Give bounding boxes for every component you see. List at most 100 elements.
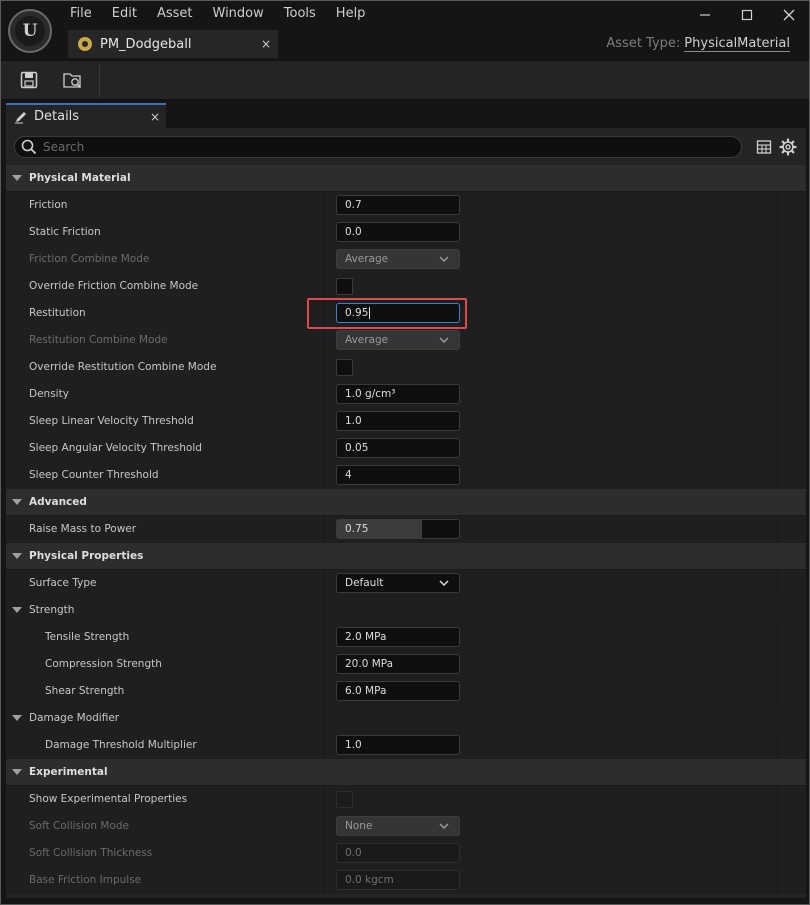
menu-tools[interactable]: Tools: [274, 4, 326, 24]
property-row-compression-strength: Compression Strength 20.0 MPa: [6, 651, 806, 678]
browse-icon: [63, 73, 82, 89]
category-advanced[interactable]: Advanced: [6, 489, 806, 516]
base-friction-impulse-field[interactable]: 0.0 kgcm: [336, 870, 460, 890]
property-row-override-restitution-combine-mode: Override Restitution Combine Mode: [6, 354, 806, 381]
property-label: Raise Mass to Power: [6, 516, 324, 542]
document-tab-close-button[interactable]: ×: [254, 37, 278, 51]
soft-collision-thickness-field[interactable]: 0.0: [336, 843, 460, 863]
expand-arrow-icon: [12, 553, 22, 559]
property-label: Static Friction: [6, 219, 324, 245]
close-window-button[interactable]: [768, 0, 810, 30]
surface-type-dropdown[interactable]: Default: [336, 573, 460, 593]
property-label: Sleep Linear Velocity Threshold: [6, 408, 324, 434]
subcategory-strength[interactable]: Strength: [6, 597, 806, 624]
asset-type-link[interactable]: PhysicalMaterial: [684, 36, 790, 52]
restitution-field[interactable]: 0.95: [336, 303, 460, 323]
chevron-down-icon: [439, 822, 449, 829]
subcategory-label: Damage Modifier: [29, 712, 120, 724]
chevron-down-icon: [439, 579, 449, 586]
dropdown-value: Average: [345, 253, 389, 265]
friction-combine-mode-dropdown[interactable]: Average: [336, 249, 460, 269]
minimize-icon: [700, 14, 710, 16]
property-row-show-experimental-properties: Show Experimental Properties: [6, 786, 806, 813]
unreal-logo-letter: U: [15, 16, 45, 46]
override-restitution-combine-mode-checkbox[interactable]: [336, 358, 353, 376]
menu-edit[interactable]: Edit: [102, 4, 147, 24]
expand-arrow-icon: [12, 715, 22, 721]
show-experimental-properties-checkbox[interactable]: [336, 790, 353, 808]
property-row-soft-collision-thickness: Soft Collision Thickness 0.0: [6, 840, 806, 867]
menu-asset[interactable]: Asset: [147, 4, 203, 24]
document-tab-label: PM_Dodgeball: [100, 36, 192, 52]
property-label: Damage Threshold Multiplier: [6, 732, 324, 758]
expand-arrow-icon: [12, 607, 22, 613]
gear-icon[interactable]: [779, 138, 797, 156]
save-button[interactable]: [14, 66, 44, 94]
subcategory-label: Strength: [29, 604, 75, 616]
category-physical-material[interactable]: Physical Material: [6, 165, 806, 192]
category-label: Physical Material: [29, 172, 131, 184]
static-friction-field[interactable]: 0.0: [336, 222, 460, 242]
property-label: Sleep Angular Velocity Threshold: [6, 435, 324, 461]
search-icon: [21, 139, 37, 155]
category-label: Physical Properties: [29, 550, 144, 562]
density-field[interactable]: 1.0 g/cm³: [336, 384, 460, 404]
property-label: Tensile Strength: [6, 624, 324, 650]
property-label: Friction: [6, 192, 324, 218]
sleep-angular-velocity-threshold-field[interactable]: 0.05: [336, 438, 460, 458]
details-pencil-icon: [15, 111, 26, 123]
friction-field[interactable]: 0.7: [336, 195, 460, 215]
damage-threshold-multiplier-field[interactable]: 1.0: [336, 735, 460, 755]
close-icon: [783, 9, 795, 21]
browse-button[interactable]: [58, 66, 88, 94]
property-row-restitution-combine-mode: Restitution Combine Mode Average: [6, 327, 806, 354]
tab-details-close-button[interactable]: ×: [144, 110, 166, 124]
property-row-shear-strength: Shear Strength 6.0 MPa: [6, 678, 806, 705]
property-row-tensile-strength: Tensile Strength 2.0 MPa: [6, 624, 806, 651]
shear-strength-field[interactable]: 6.0 MPa: [336, 681, 460, 701]
category-experimental[interactable]: Experimental: [6, 759, 806, 786]
table-icon[interactable]: [756, 139, 772, 155]
category-physical-properties[interactable]: Physical Properties: [6, 543, 806, 570]
minimize-button[interactable]: [684, 0, 726, 30]
property-label: Shear Strength: [6, 678, 324, 704]
property-row-sleep-linear-velocity-threshold: Sleep Linear Velocity Threshold 1.0: [6, 408, 806, 435]
property-row-raise-mass-to-power: Raise Mass to Power 0.75: [6, 516, 806, 543]
text-caret: [369, 307, 371, 319]
restitution-combine-mode-dropdown[interactable]: Average: [336, 330, 460, 350]
property-row-sleep-angular-velocity-threshold: Sleep Angular Velocity Threshold 0.05: [6, 435, 806, 462]
dropdown-value: None: [345, 820, 373, 832]
override-friction-combine-mode-checkbox[interactable]: [336, 277, 353, 295]
title-bar: U File Edit Asset Window Tools Help PM_D…: [0, 0, 810, 60]
property-label: Compression Strength: [6, 651, 324, 677]
sleep-counter-threshold-field[interactable]: 4: [336, 465, 460, 485]
chevron-down-icon: [439, 255, 449, 262]
soft-collision-mode-dropdown[interactable]: None: [336, 816, 460, 836]
property-row-surface-type: Surface Type Default: [6, 570, 806, 597]
menu-window[interactable]: Window: [203, 4, 274, 24]
maximize-button[interactable]: [726, 0, 768, 30]
property-row-density: Density 1.0 g/cm³: [6, 381, 806, 408]
property-label: Surface Type: [6, 570, 324, 596]
property-row-static-friction: Static Friction 0.0: [6, 219, 806, 246]
subcategory-damage-modifier[interactable]: Damage Modifier: [6, 705, 806, 732]
tab-details[interactable]: Details ×: [6, 103, 166, 128]
property-row-restitution: Restitution 0.95: [6, 298, 806, 329]
property-label: Density: [6, 381, 324, 407]
property-label: Soft Collision Mode: [6, 813, 324, 839]
document-tab[interactable]: PM_Dodgeball ×: [68, 30, 278, 58]
search-input[interactable]: [43, 140, 693, 154]
maximize-icon: [741, 9, 753, 21]
window-controls: [684, 0, 810, 30]
tensile-strength-field[interactable]: 2.0 MPa: [336, 627, 460, 647]
menu-help[interactable]: Help: [326, 4, 376, 24]
compression-strength-field[interactable]: 20.0 MPa: [336, 654, 460, 674]
search-bar: [14, 136, 742, 158]
property-label: Override Friction Combine Mode: [6, 273, 324, 299]
menu-file[interactable]: File: [60, 4, 102, 24]
property-label: Restitution Combine Mode: [6, 327, 324, 353]
sleep-linear-velocity-threshold-field[interactable]: 1.0: [336, 411, 460, 431]
unreal-logo-icon[interactable]: U: [8, 9, 52, 53]
menu-bar: File Edit Asset Window Tools Help: [60, 4, 375, 24]
raise-mass-to-power-slider[interactable]: 0.75: [336, 519, 460, 539]
